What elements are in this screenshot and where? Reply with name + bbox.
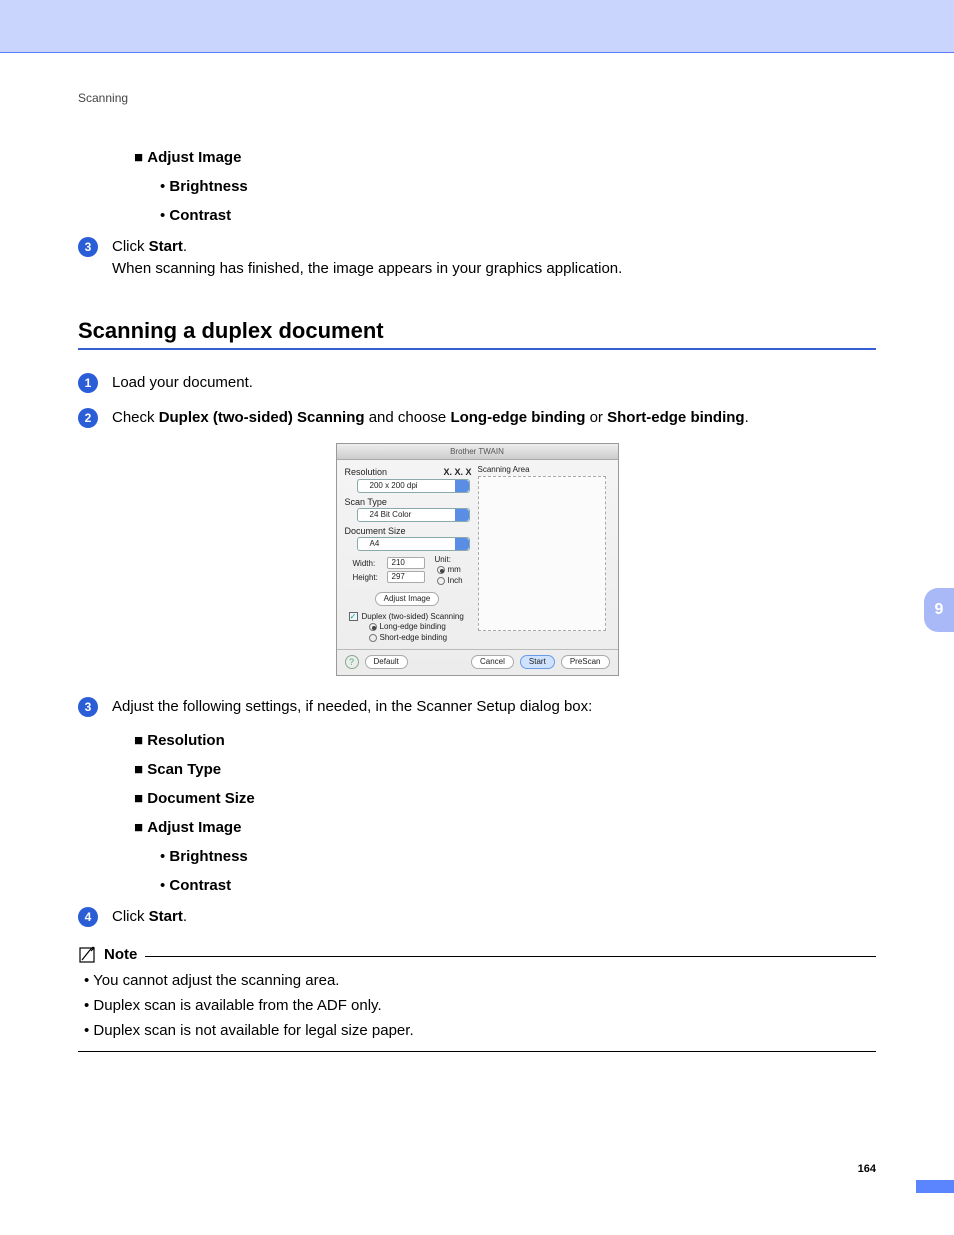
step-text: Click	[112, 238, 149, 255]
width-input[interactable]: 210	[387, 557, 425, 569]
duplex-step-2: 2 Check Duplex (two-sided) Scanning and …	[78, 407, 876, 429]
resolution-dropdown[interactable]: 200 x 200 dpi	[357, 479, 470, 493]
contrast-subitem: Contrast	[160, 877, 876, 894]
unit-mm-label: mm	[448, 564, 461, 575]
unit-inch-radio[interactable]: Inch	[437, 575, 463, 586]
duplex-checkbox[interactable]: ✓Duplex (two-sided) Scanning	[349, 612, 472, 621]
step-badge: 2	[78, 408, 98, 428]
t: or	[585, 409, 607, 426]
t: .	[183, 908, 187, 925]
version-label: X. X. X	[443, 467, 471, 477]
width-label: Width:	[353, 559, 387, 568]
scan-type-setting: Scan Type	[134, 761, 876, 778]
t: Check	[112, 409, 159, 426]
t: Click	[112, 908, 149, 925]
unit-label: Unit:	[435, 555, 463, 564]
long-edge-label: Long-edge binding	[380, 621, 446, 632]
step-badge: 4	[78, 907, 98, 927]
step-badge: 1	[78, 373, 98, 393]
help-button[interactable]: ?	[345, 655, 359, 669]
preview-area[interactable]	[478, 476, 606, 631]
unit-mm-radio[interactable]: mm	[437, 564, 463, 575]
start-word: Start	[149, 238, 183, 255]
duplex-scanning-term: Duplex (two-sided) Scanning	[159, 409, 365, 426]
document-size-setting: Document Size	[134, 790, 876, 807]
duplex-step-1: 1 Load your document.	[78, 372, 876, 394]
note-item: You cannot adjust the scanning area.	[84, 972, 876, 989]
short-edge-label: Short-edge binding	[380, 632, 448, 643]
start-button[interactable]: Start	[520, 655, 555, 669]
long-edge-term: Long-edge binding	[450, 409, 585, 426]
adjust-image-button[interactable]: Adjust Image	[375, 592, 440, 606]
note-list: You cannot adjust the scanning area. Dup…	[84, 972, 876, 1039]
page-number-accent	[916, 1180, 954, 1193]
dialog-titlebar: Brother TWAIN	[337, 444, 618, 460]
start-word: Start	[149, 908, 183, 925]
height-label: Height:	[353, 573, 387, 582]
note-label: Note	[104, 946, 137, 963]
t: and choose	[365, 409, 451, 426]
note-rule	[145, 956, 876, 957]
page-number: 164	[858, 1163, 876, 1175]
step-3: 3 Click Start. When scanning has finishe…	[78, 236, 876, 280]
duplex-step-3: 3 Adjust the following settings, if need…	[78, 696, 876, 718]
step-badge: 3	[78, 697, 98, 717]
note-item: Duplex scan is available from the ADF on…	[84, 997, 876, 1014]
note-heading: Note	[78, 946, 876, 964]
note-icon	[78, 946, 98, 964]
resolution-setting: Resolution	[134, 732, 876, 749]
step-text: Adjust the following settings, if needed…	[112, 696, 876, 718]
header-band	[0, 0, 954, 52]
unit-inch-label: Inch	[448, 575, 463, 586]
adjust-image-heading: Adjust Image	[134, 149, 876, 166]
height-input[interactable]: 297	[387, 571, 425, 583]
section-label: Scanning	[78, 91, 876, 105]
duplex-step-4: 4 Click Start.	[78, 906, 876, 928]
brightness-subitem: Brightness	[160, 848, 876, 865]
contrast-item: Contrast	[160, 207, 876, 224]
short-edge-term: Short-edge binding	[607, 409, 744, 426]
document-size-dropdown[interactable]: A4	[357, 537, 470, 551]
period: .	[183, 238, 187, 255]
scan-type-dropdown[interactable]: 24 Bit Color	[357, 508, 470, 522]
note-item: Duplex scan is not available for legal s…	[84, 1022, 876, 1039]
step-text-2: When scanning has finished, the image ap…	[112, 260, 622, 277]
note-end-rule	[78, 1051, 876, 1052]
adjust-image-setting: Adjust Image	[134, 819, 876, 836]
scan-type-label: Scan Type	[345, 497, 472, 507]
step-text: Load your document.	[112, 372, 876, 394]
duplex-checkbox-label: Duplex (two-sided) Scanning	[362, 612, 464, 621]
prescan-button[interactable]: PreScan	[561, 655, 610, 669]
t: .	[745, 409, 749, 426]
short-edge-radio[interactable]: Short-edge binding	[369, 632, 472, 643]
duplex-heading: Scanning a duplex document	[78, 318, 876, 350]
long-edge-radio[interactable]: Long-edge binding	[369, 621, 472, 632]
step-badge: 3	[78, 237, 98, 257]
default-button[interactable]: Default	[365, 655, 408, 669]
brightness-item: Brightness	[160, 178, 876, 195]
scanner-setup-dialog: Brother TWAIN Resolution X. X. X 200 x 2…	[336, 443, 619, 676]
document-size-label: Document Size	[345, 526, 472, 536]
resolution-label: Resolution	[345, 467, 388, 477]
scanning-area-label: Scanning Area	[478, 465, 612, 474]
cancel-button[interactable]: Cancel	[471, 655, 514, 669]
